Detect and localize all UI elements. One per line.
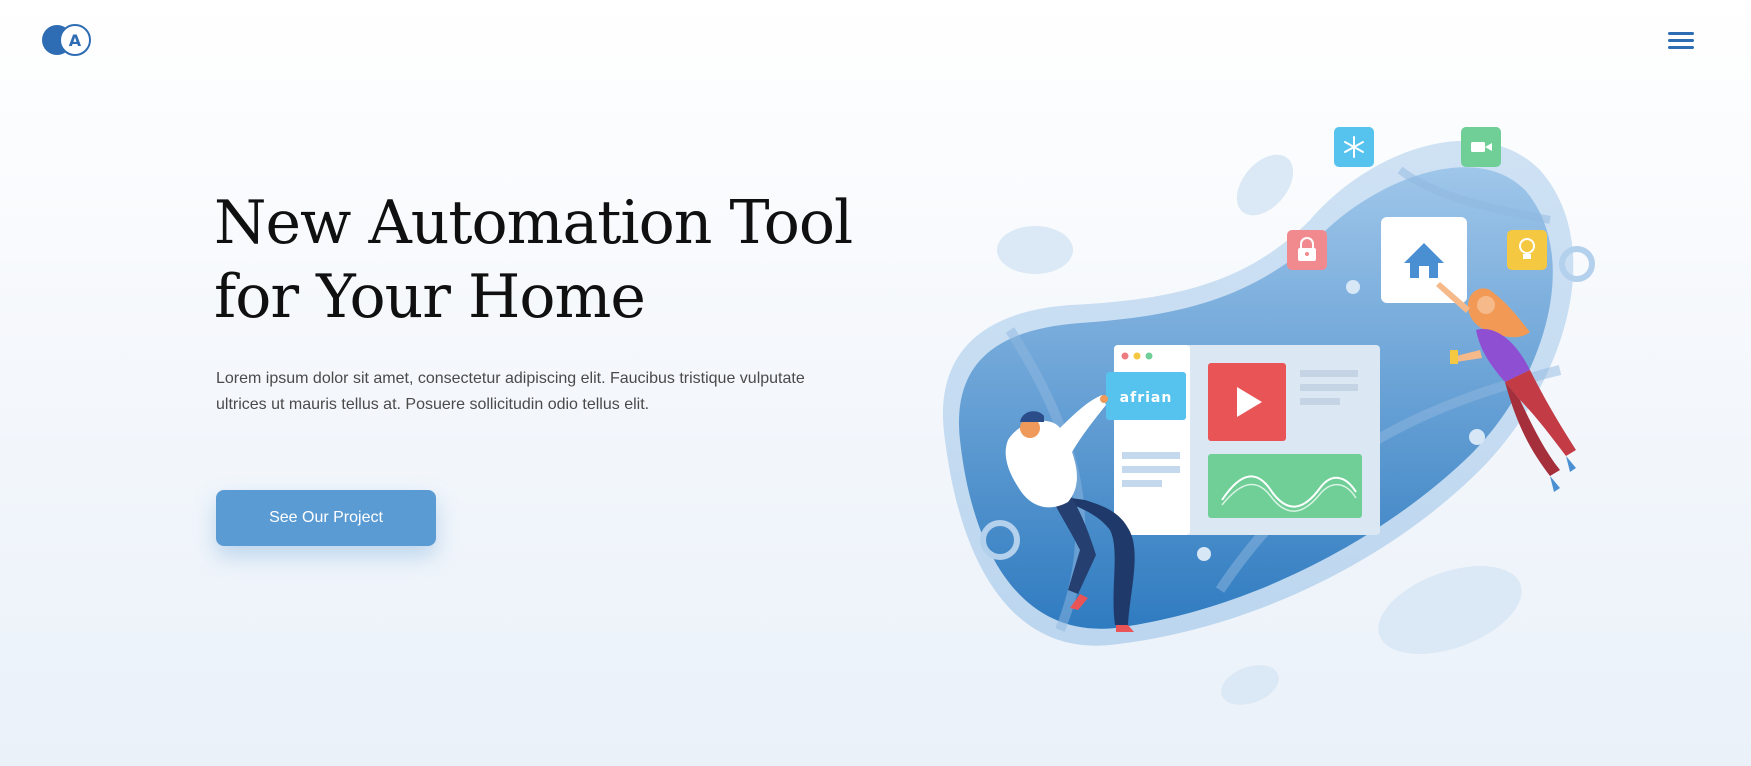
decor-blob xyxy=(1221,665,1279,705)
window-dot-yellow xyxy=(1133,352,1141,360)
decor-blob xyxy=(1236,154,1294,216)
decor-blob xyxy=(1378,566,1522,654)
hero-description: Lorem ipsum dolor sit amet, consectetur … xyxy=(216,370,805,413)
logo-letter: A xyxy=(69,31,82,50)
hamburger-menu-icon[interactable] xyxy=(1668,32,1696,54)
menu-line xyxy=(1668,46,1694,49)
decor-dot xyxy=(1346,280,1360,294)
bulb-tile xyxy=(1507,230,1547,270)
window-dot-red xyxy=(1121,352,1129,360)
afrian-badge-label: afrian xyxy=(1120,390,1173,406)
menu-line xyxy=(1668,39,1694,42)
window-dot-green xyxy=(1145,352,1153,360)
menu-line xyxy=(1668,32,1694,35)
hero-illustration: afrian xyxy=(920,110,1620,720)
hero-title: New Automation Tool for Your Home xyxy=(214,188,853,332)
decor-blob xyxy=(997,226,1073,274)
decor-dot xyxy=(1469,429,1485,445)
decor-dot xyxy=(1197,547,1211,561)
see-our-project-button[interactable]: See Our Project xyxy=(216,490,436,546)
brand-logo[interactable]: A xyxy=(42,24,92,56)
